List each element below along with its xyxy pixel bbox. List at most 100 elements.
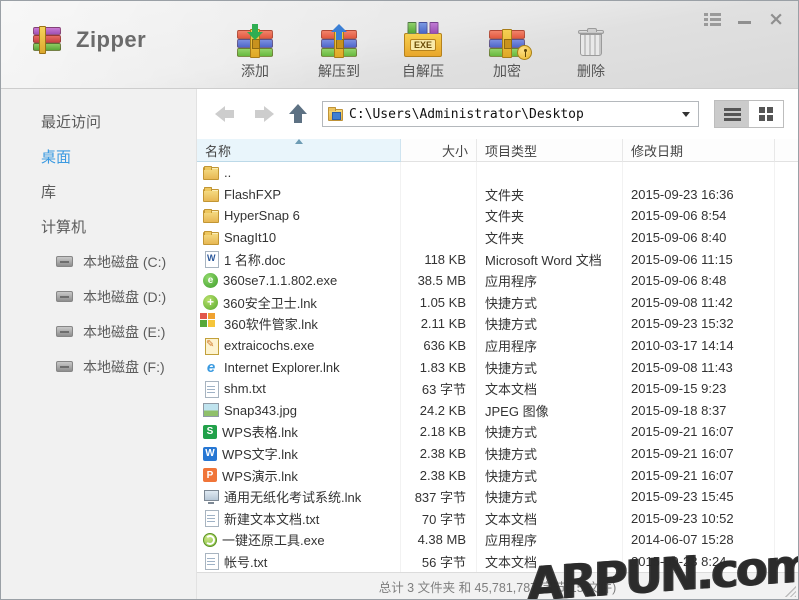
app-window: Zipper 添加 解压到 EXE 自解压 加密 删除 × 最近访问 桌面 库 … (0, 0, 799, 600)
table-row[interactable]: FlashFXP 文件夹 2015-09-23 16:36 (197, 183, 798, 206)
file-size-cell: 24.2 KB (401, 399, 477, 422)
column-header-size[interactable]: 大小 (401, 139, 477, 162)
table-row[interactable]: 一键还原工具.exe 4.38 MB 应用程序 2014-06-07 15:28 (197, 529, 798, 551)
table-row[interactable]: Internet Explorer.lnk 1.83 KB快捷方式2015-09-… (197, 356, 798, 378)
combobox-dropdown-icon[interactable] (682, 111, 690, 117)
table-row[interactable]: WPS文字.lnk 2.38 KB快捷方式2015-09-21 16:07 (197, 442, 798, 465)
row-filler (775, 486, 798, 508)
sidebar-item-libraries[interactable]: 库 (1, 174, 196, 209)
minimize-icon[interactable] (738, 20, 752, 24)
view-toggle-group (714, 100, 784, 128)
row-filler (775, 421, 798, 443)
drive-label: 本地磁盘 (E:) (83, 323, 166, 340)
table-row[interactable]: Snap343.jpg 24.2 KB JPEG 图像 2015-09-18 8:37 (197, 399, 798, 422)
table-row[interactable]: HyperSnap 6 文件夹 2015-09-06 8:54 (197, 205, 798, 227)
file-name: 一键还原工具.exe (222, 533, 325, 549)
file-date-cell (623, 162, 775, 184)
status-summary: 总计 3 文件夹 和 45,781,787 字节(15 文件) (378, 580, 617, 595)
monitor-icon (203, 489, 219, 505)
file-date-cell: 2015-09-06 8:48 (623, 269, 775, 292)
forward-button[interactable] (252, 106, 274, 122)
folder-icon (203, 165, 219, 181)
file-name-cell: 360软件管家.lnk (197, 313, 401, 335)
file-date-cell: 2010-03-17 14:14 (623, 334, 775, 357)
list-view-button[interactable] (715, 101, 749, 127)
extract-button[interactable]: 解压到 (301, 9, 377, 81)
add-button[interactable]: 添加 (217, 9, 293, 81)
sidebar-item-recent[interactable]: 最近访问 (1, 104, 196, 139)
file-name-cell: HyperSnap 6 (197, 205, 401, 227)
file-type-cell: 文本文档 (477, 377, 623, 400)
column-header-date[interactable]: 修改日期 (623, 139, 775, 162)
grid-view-button[interactable] (749, 101, 783, 127)
file-type-cell: 快捷方式 (477, 485, 623, 508)
grid4-icon (203, 316, 219, 332)
table-row[interactable]: .. (197, 162, 798, 184)
table-row[interactable]: 360se7.1.1.802.exe 38.5 MB应用程序2015-09-06 … (197, 269, 798, 292)
file-size-cell: 2.38 KB (401, 464, 477, 486)
address-bar: C:\Users\Administrator\Desktop (197, 89, 798, 139)
file-date-cell: 2015-09-23 15:32 (623, 313, 775, 335)
status-bar: 总计 3 文件夹 和 45,781,787 字节(15 文件) (197, 572, 798, 599)
encrypt-button[interactable]: 加密 (469, 9, 545, 81)
row-filler (775, 335, 798, 357)
sidebar-item-desktop[interactable]: 桌面 (1, 139, 196, 174)
grid-view-icon (759, 107, 765, 113)
table-row[interactable]: WPS演示.lnk 2.38 KB快捷方式2015-09-21 16:07 (197, 464, 798, 486)
sidebar-drive-f[interactable]: 本地磁盘 (F:) (1, 349, 196, 384)
folder-icon (203, 186, 219, 202)
path-combobox[interactable]: C:\Users\Administrator\Desktop (322, 101, 699, 127)
row-filler (775, 292, 798, 314)
table-row[interactable]: 1 名称.doc 118 KBMicrosoft Word 文档2015-09-0… (197, 248, 798, 270)
file-size-cell: 4.38 MB (401, 529, 477, 551)
sidebar-drive-d[interactable]: 本地磁盘 (D:) (1, 279, 196, 314)
file-type-cell (477, 162, 623, 184)
titlebar: Zipper 添加 解压到 EXE 自解压 加密 删除 × (1, 1, 798, 89)
extract-archive-icon (321, 9, 357, 58)
sidebar-item-computer[interactable]: 计算机 (1, 209, 196, 244)
table-row[interactable]: extraicochs.exe 636 KB应用程序2010-03-17 14:1… (197, 334, 798, 357)
file-name-cell: Snap343.jpg (197, 399, 401, 422)
txt-icon (203, 380, 219, 398)
main-area: 最近访问 桌面 库 计算机 本地磁盘 (C:) 本地磁盘 (D:) 本地磁盘 (… (1, 89, 798, 599)
row-filler (775, 508, 798, 530)
menu-icon[interactable] (704, 13, 722, 26)
add-archive-icon (237, 9, 273, 58)
column-header-type[interactable]: 项目类型 (477, 139, 623, 162)
table-row[interactable]: shm.txt 63 字节 文本文档 2015-09-15 9:23 (197, 377, 798, 400)
file-name-cell: Internet Explorer.lnk (197, 356, 401, 378)
resize-grip-icon[interactable] (785, 586, 796, 597)
table-row[interactable]: 通用无纸化考试系统.lnk 837 字节 快捷方式 2015-09-23 15:45 (197, 485, 798, 508)
back-button[interactable] (215, 106, 237, 122)
row-filler (775, 227, 798, 249)
table-row[interactable]: 帐号.txt 56 字节 文本文档 2015-09-23 8:24 (197, 550, 798, 572)
row-filler (775, 551, 798, 572)
delete-button[interactable]: 删除 (553, 9, 629, 81)
file-type-cell: 文件夹 (477, 205, 623, 227)
sidebar-drive-e[interactable]: 本地磁盘 (E:) (1, 314, 196, 349)
close-icon[interactable]: × (768, 10, 784, 29)
row-filler (775, 356, 798, 378)
table-row[interactable]: 360安全卫士.lnk 1.05 KB快捷方式2015-09-08 11:42 (197, 291, 798, 314)
sidebar-drive-c[interactable]: 本地磁盘 (C:) (1, 244, 196, 279)
file-type-cell: 文本文档 (477, 507, 623, 530)
txt-icon (203, 510, 219, 528)
file-size-cell: 837 字节 (401, 485, 477, 508)
file-name: .. (224, 165, 232, 181)
file-date-cell: 2015-09-23 8:24 (623, 550, 775, 572)
file-type-cell: Microsoft Word 文档 (477, 248, 623, 270)
folder-icon (203, 230, 219, 246)
table-row[interactable]: WPS表格.lnk 2.18 KB快捷方式2015-09-21 16:07 (197, 421, 798, 443)
table-row[interactable]: SnagIt10 文件夹 2015-09-06 8:40 (197, 226, 798, 249)
drive-label: 本地磁盘 (F:) (83, 358, 165, 375)
column-header-name[interactable]: 名称 (197, 139, 401, 162)
table-header: 名称 大小 项目类型 修改日期 (197, 139, 798, 162)
jpg-icon (203, 402, 219, 418)
file-date-cell: 2015-09-06 8:40 (623, 226, 775, 249)
table-row[interactable]: 新建文本文档.txt 70 字节 文本文档 2015-09-23 10:52 (197, 507, 798, 530)
table-row[interactable]: 360软件管家.lnk 2.11 KB 快捷方式 2015-09-23 15:32 (197, 313, 798, 335)
drive-label: 本地磁盘 (C:) (83, 253, 167, 270)
path-input[interactable]: C:\Users\Administrator\Desktop (349, 107, 676, 122)
up-button[interactable] (289, 104, 307, 124)
sfx-button[interactable]: EXE 自解压 (385, 9, 461, 81)
